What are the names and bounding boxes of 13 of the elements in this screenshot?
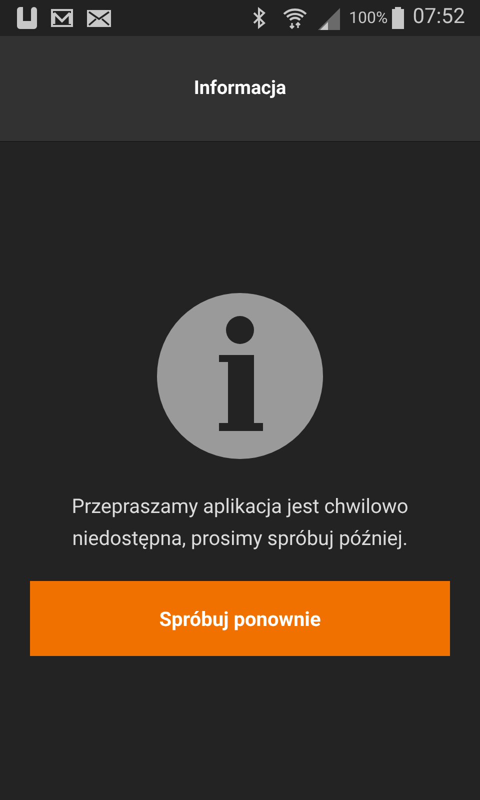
- signal-icon: [318, 6, 340, 30]
- retry-button[interactable]: Spróbuj ponownie: [30, 581, 450, 656]
- wifi-icon: [282, 6, 308, 30]
- error-message: Przepraszamy aplikacja jest chwilowo niedostępna, prosimy spróbuj później.: [70, 493, 410, 552]
- bluetooth-icon: [252, 7, 266, 29]
- app-notification-icon: [15, 7, 39, 29]
- header-title: Informacja: [194, 75, 286, 102]
- envelope-icon: [87, 10, 111, 26]
- mail-icon: [51, 9, 73, 27]
- battery-percentage: 100%: [349, 7, 388, 29]
- info-icon: [157, 293, 323, 459]
- battery-icon: [392, 7, 404, 29]
- clock-time: 07:52: [412, 4, 465, 32]
